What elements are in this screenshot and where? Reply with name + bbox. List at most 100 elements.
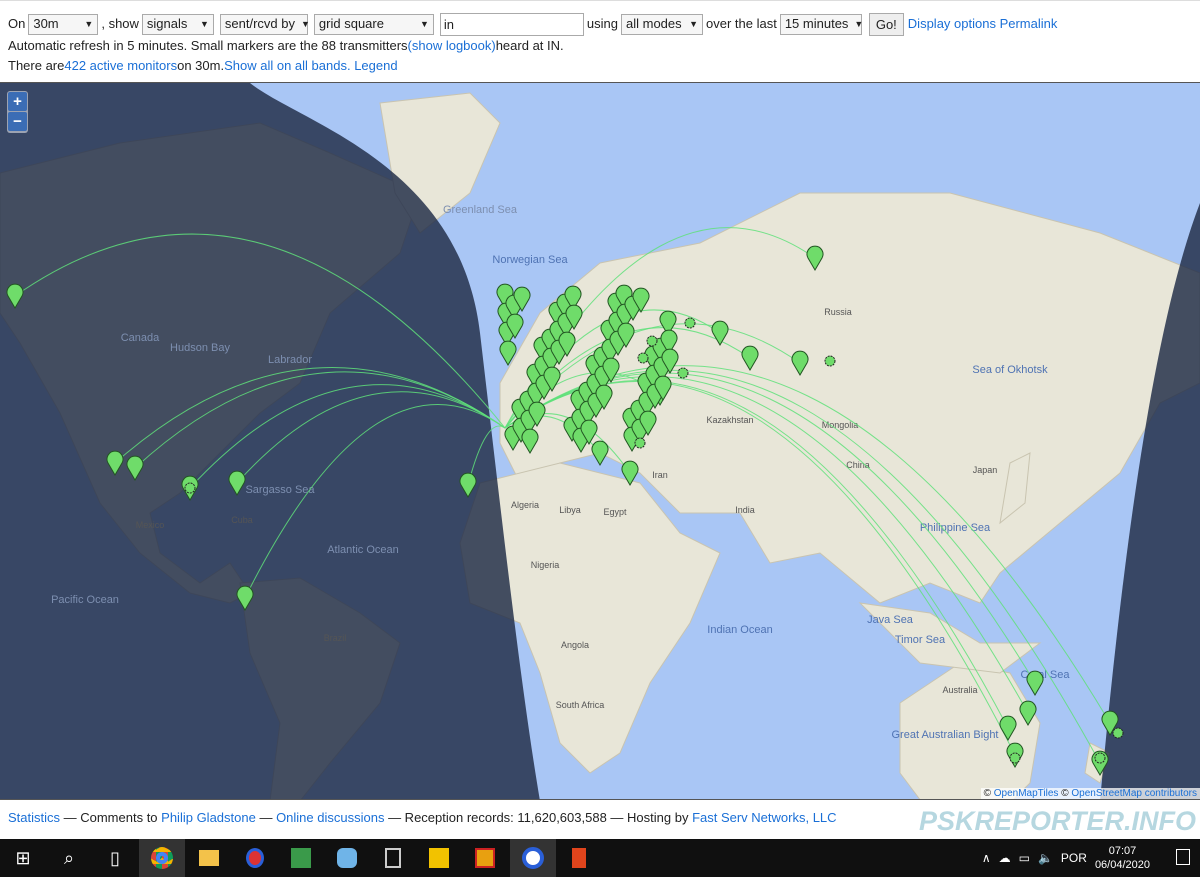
transmitter-marker bbox=[646, 335, 658, 347]
transmitter-marker bbox=[637, 352, 649, 364]
app-icon[interactable] bbox=[416, 839, 462, 877]
reception-map[interactable]: Greenland Sea Norwegian Sea Hudson Bay Labr… bbox=[0, 82, 1200, 800]
chrome-icon[interactable] bbox=[139, 839, 185, 877]
status-text: There are bbox=[8, 58, 65, 73]
app-icon[interactable] bbox=[324, 839, 370, 877]
map-label: Java Sea bbox=[867, 614, 914, 626]
app-icon[interactable] bbox=[462, 839, 508, 877]
over-label: over the last bbox=[706, 16, 777, 31]
map-label: Japan bbox=[973, 465, 998, 475]
mode-select[interactable]: all modes ▼ bbox=[621, 13, 703, 35]
map-label: Philippine Sea bbox=[920, 522, 991, 534]
windows-start-icon[interactable]: ⊞ bbox=[0, 839, 46, 877]
receiver-marker bbox=[1026, 670, 1044, 696]
band-select[interactable]: 30m ▼ bbox=[28, 13, 99, 35]
go-button[interactable]: Go! bbox=[868, 12, 904, 36]
statistics-link[interactable]: Statistics bbox=[8, 810, 60, 825]
zoom-in-button[interactable]: + bbox=[8, 92, 27, 111]
active-monitors-link[interactable]: 422 active monitors bbox=[64, 56, 177, 76]
display-options-link[interactable]: Display options bbox=[908, 14, 996, 34]
control-bar: On 30m ▼ , show signals ▼ sent/rcvd by ▼ gr… bbox=[0, 0, 1200, 82]
on-label: On bbox=[8, 16, 26, 31]
author-link[interactable]: Philip Gladstone bbox=[161, 810, 256, 825]
footer-text: — bbox=[255, 810, 277, 825]
openstreetmap-link[interactable]: OpenStreetMap contributors bbox=[1071, 788, 1197, 799]
direction-select[interactable]: sent/rcvd by ▼ bbox=[219, 13, 310, 35]
app-icon[interactable] bbox=[510, 839, 556, 877]
language-indicator[interactable]: POR bbox=[1061, 851, 1087, 865]
show-value: signals bbox=[146, 16, 188, 31]
band-value: 30m bbox=[33, 16, 59, 31]
footer-text: — Comments to bbox=[60, 810, 162, 825]
dropdown-arrow-icon: ▼ bbox=[84, 19, 94, 29]
map-label: Norwegian Sea bbox=[492, 254, 568, 266]
dropdown-arrow-icon: ▼ bbox=[420, 19, 429, 29]
map-label: Great Australian Bight bbox=[891, 729, 998, 741]
openmaptiles-link[interactable]: OpenMapTiles bbox=[994, 788, 1059, 799]
map-label: Egypt bbox=[603, 507, 627, 517]
show-logbook-link[interactable]: (show logbook) bbox=[408, 36, 496, 56]
map-label: Indian Ocean bbox=[707, 624, 772, 636]
clock-time: 07:07 bbox=[1108, 845, 1137, 857]
map-label: India bbox=[735, 505, 755, 515]
clock[interactable]: 07:07 06/04/2020 bbox=[1095, 844, 1150, 872]
task-view-icon[interactable]: ▯ bbox=[92, 839, 138, 877]
filter-type-select[interactable]: grid square ▼ bbox=[313, 13, 434, 35]
file-explorer-icon[interactable] bbox=[186, 839, 232, 877]
app-icon[interactable] bbox=[232, 839, 278, 877]
online-discussions-link[interactable]: Online discussions bbox=[276, 810, 384, 825]
cloud-icon[interactable]: ☁ bbox=[999, 851, 1011, 865]
filter-type-value: grid square bbox=[318, 16, 384, 31]
status-text: heard at IN. bbox=[495, 38, 564, 53]
map-label: Timor Sea bbox=[895, 634, 946, 646]
map-attribution: © OpenMapTiles © OpenStreetMap contribut… bbox=[980, 788, 1200, 799]
map-label: Canada bbox=[121, 332, 160, 344]
zoom-out-button[interactable]: − bbox=[8, 112, 27, 131]
map-label: Angola bbox=[561, 640, 589, 650]
map-label: Mexico bbox=[136, 520, 165, 530]
network-icon[interactable]: ▭ bbox=[1019, 851, 1030, 865]
dropdown-arrow-icon: ▼ bbox=[301, 19, 310, 29]
status-text: Automatic refresh in 5 minutes. Small ma… bbox=[8, 38, 408, 53]
period-select[interactable]: 15 minutes ▼ bbox=[779, 13, 863, 35]
transmitter-marker bbox=[1112, 727, 1124, 739]
direction-value: sent/rcvd by bbox=[224, 16, 296, 31]
search-icon[interactable]: ⌕ bbox=[46, 839, 92, 877]
map-label: Iran bbox=[652, 470, 668, 480]
notification-icon[interactable] bbox=[1176, 849, 1190, 865]
volume-icon[interactable]: 🔈 bbox=[1038, 851, 1053, 865]
map-label: Sea of Okhotsk bbox=[972, 364, 1048, 376]
map-label: South Africa bbox=[556, 700, 605, 710]
transmitter-marker bbox=[824, 355, 836, 367]
show-all-bands-link[interactable]: Show all on all bands. bbox=[224, 56, 350, 76]
office-icon[interactable] bbox=[556, 839, 602, 877]
using-label: using bbox=[586, 16, 618, 31]
mode-value: all modes bbox=[626, 16, 682, 31]
attribution-text: © bbox=[983, 788, 994, 799]
map-label: Kazakhstan bbox=[706, 415, 753, 425]
clock-date: 06/04/2020 bbox=[1094, 859, 1150, 871]
attribution-text: © bbox=[1058, 788, 1072, 799]
taskbar: ⊞ ⌕ ▯ ∧ ☁ ▭ 🔈 POR 07:07 06/04/2020 bbox=[0, 839, 1200, 877]
receiver-marker bbox=[591, 440, 609, 466]
app-icon[interactable] bbox=[278, 839, 324, 877]
filter-value-input[interactable]: in bbox=[439, 12, 584, 36]
system-tray: ∧ ☁ ▭ 🔈 POR 07:07 06/04/2020 bbox=[982, 839, 1150, 877]
map-label: China bbox=[846, 460, 870, 470]
chevron-up-icon[interactable]: ∧ bbox=[982, 851, 991, 865]
permalink-link[interactable]: Permalink bbox=[1000, 14, 1058, 34]
transmitter-marker bbox=[677, 367, 689, 379]
refresh-status: Automatic refresh in 5 minutes. Small ma… bbox=[8, 36, 1192, 56]
legend-link[interactable]: Legend bbox=[354, 56, 397, 76]
map-canvas[interactable]: Greenland Sea Norwegian Sea Hudson Bay Labr… bbox=[0, 83, 1200, 800]
dropdown-arrow-icon: ▼ bbox=[689, 19, 698, 29]
map-label: Algeria bbox=[511, 500, 539, 510]
map-label: Atlantic Ocean bbox=[327, 544, 399, 556]
transmitter-marker bbox=[184, 482, 196, 494]
app-icon[interactable] bbox=[370, 839, 416, 877]
map-label: Brazil bbox=[324, 633, 347, 643]
map-label: Pacific Ocean bbox=[51, 594, 119, 606]
show-select[interactable]: signals ▼ bbox=[141, 13, 214, 35]
hosting-link[interactable]: Fast Serv Networks, LLC bbox=[692, 810, 837, 825]
transmitter-marker bbox=[634, 437, 646, 449]
